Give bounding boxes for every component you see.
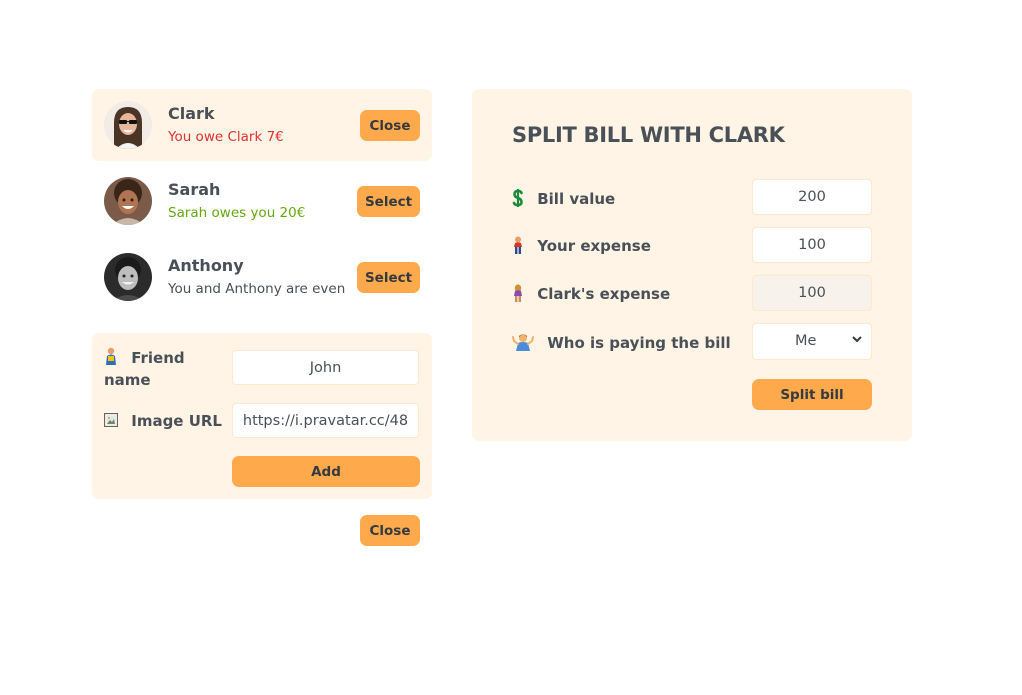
split-bill-form: SPLIT BILL WITH CLARK Bill value Your ex… <box>472 89 912 441</box>
image-url-label: Image URL <box>103 410 222 432</box>
close-form-button[interactable]: Close <box>360 515 420 546</box>
friend-balance: Sarah owes you 20€ <box>168 205 306 221</box>
friends-list: Clark You owe Clark 7€ Close Sarah Sarah… <box>92 89 432 317</box>
close-friend-button[interactable]: Close <box>360 110 420 141</box>
avatar <box>104 177 152 225</box>
person-icon <box>512 236 529 255</box>
friend-name-label: Friend name <box>104 347 185 389</box>
your-expense-label: Your expense <box>512 236 651 255</box>
person-icon <box>104 347 123 367</box>
friend-expense-input <box>752 275 872 311</box>
friend-name: Clark <box>168 104 215 123</box>
friend-item-clark: Clark You owe Clark 7€ Close <box>92 89 432 161</box>
friend-name: Sarah <box>168 180 221 199</box>
friend-name-input[interactable] <box>232 350 419 385</box>
avatar <box>104 253 152 301</box>
bill-value-input[interactable] <box>752 179 872 215</box>
friend-balance: You and Anthony are even <box>168 281 346 297</box>
payer-selected-value: Me <box>795 333 817 349</box>
your-expense-input[interactable] <box>752 227 872 263</box>
person-icon <box>512 284 529 303</box>
bill-value-label: Bill value <box>512 188 615 208</box>
shrug-icon <box>512 334 539 352</box>
dollar-icon <box>512 189 529 208</box>
select-friend-button[interactable]: Select <box>357 186 420 217</box>
friend-balance: You owe Clark 7€ <box>168 129 284 145</box>
image-url-input[interactable] <box>232 403 419 438</box>
payer-select[interactable]: Me <box>752 323 872 360</box>
friend-expense-label: Clark's expense <box>512 284 670 303</box>
chevron-down-icon <box>851 333 863 348</box>
add-friend-button[interactable]: Add <box>232 456 420 487</box>
select-friend-button[interactable]: Select <box>357 262 420 293</box>
friend-item-anthony: Anthony You and Anthony are even Select <box>92 241 432 313</box>
picture-icon <box>103 412 123 430</box>
avatar <box>104 101 152 149</box>
friend-item-sarah: Sarah Sarah owes you 20€ Select <box>92 165 432 237</box>
friend-name: Anthony <box>168 256 244 275</box>
add-friend-form: Friend name Image URL Add <box>92 333 432 499</box>
split-bill-button[interactable]: Split bill <box>752 379 872 410</box>
payer-label: Who is paying the bill <box>512 333 731 352</box>
split-bill-title: SPLIT BILL WITH CLARK <box>512 123 785 147</box>
